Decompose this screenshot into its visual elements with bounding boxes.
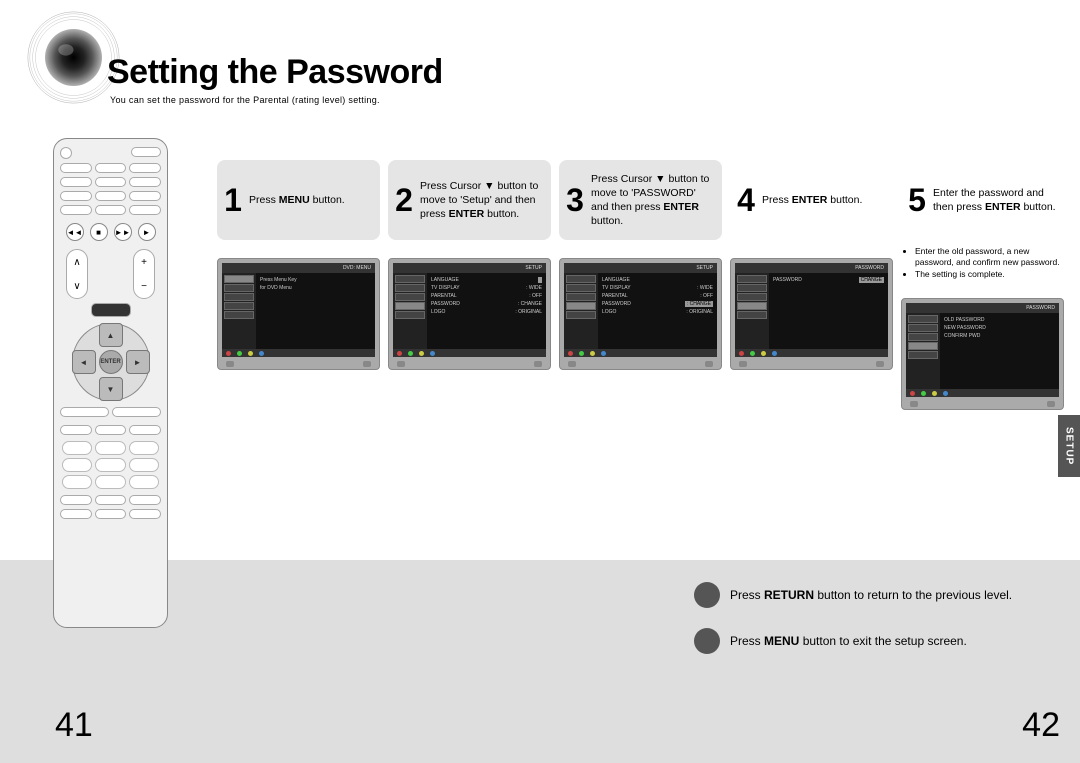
step-1: 1 Press MENU button. DVD: MENUPress Menu K… bbox=[217, 160, 380, 410]
step-number: 4 bbox=[734, 184, 758, 216]
tv-screenshot: SETUPLANGUAGETV DISPLAY: WIDEPARENTAL: O… bbox=[388, 258, 551, 370]
note-icon bbox=[694, 582, 720, 608]
page-title: Setting the Password bbox=[107, 53, 443, 92]
footer-note-return: Press RETURN button to return to the pre… bbox=[694, 582, 1012, 608]
step-text: Press Cursor ▼ button to move to 'Setup'… bbox=[420, 179, 543, 222]
tv-screenshot: PASSWORDPASSWORDCHANGE bbox=[730, 258, 893, 370]
step-5: 5Enter the password and then press ENTER… bbox=[901, 160, 1064, 410]
remote-illustration: ◄◄■►►► ∧∨ +− ▲ ▼ ◄ ► ENTER bbox=[53, 138, 168, 628]
note-icon bbox=[694, 628, 720, 654]
step-text: Press Cursor ▼ button to move to 'PASSWO… bbox=[591, 172, 714, 229]
tv-screenshot: DVD: MENUPress Menu Keyfor DVD Menu bbox=[217, 258, 380, 370]
step-2: 2Press Cursor ▼ button to move to 'Setup… bbox=[388, 160, 551, 410]
step-notes: Enter the old password, a new password, … bbox=[901, 246, 1064, 280]
page-subtitle: You can set the password for the Parenta… bbox=[110, 95, 380, 105]
page-number-left: 41 bbox=[55, 706, 93, 745]
step-number: 5 bbox=[905, 184, 929, 216]
step-number: 1 bbox=[221, 184, 245, 216]
step-text: Press MENU button. bbox=[249, 193, 345, 207]
step-text: Press ENTER button. bbox=[762, 193, 862, 207]
footer-note-menu: Press MENU button to exit the setup scre… bbox=[694, 628, 967, 654]
step-text: Enter the password and then press ENTER … bbox=[933, 186, 1056, 214]
step-number: 2 bbox=[392, 184, 416, 216]
page-number-right: 42 bbox=[1022, 706, 1060, 745]
side-tab-setup: SETUP bbox=[1058, 415, 1080, 477]
steps-row: 1 Press MENU button. DVD: MENUPress Menu K… bbox=[217, 160, 1064, 410]
tv-screenshot: SETUPLANGUAGETV DISPLAY: WIDEPARENTAL: O… bbox=[559, 258, 722, 370]
tv-screenshot: PASSWORDOLD PASSWORDNEW PASSWORDCONFIRM … bbox=[901, 298, 1064, 410]
step-number: 3 bbox=[563, 184, 587, 216]
step-3: 3Press Cursor ▼ button to move to 'PASSW… bbox=[559, 160, 722, 410]
step-4: 4 Press ENTER button. PASSWORDPASSWORDCHAN… bbox=[730, 160, 893, 410]
